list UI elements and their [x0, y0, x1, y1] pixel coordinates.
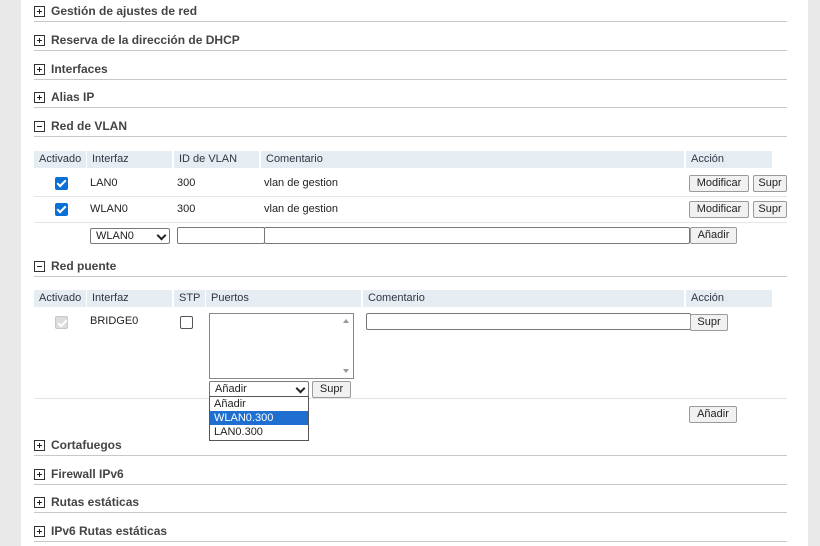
- select-value: Añadir: [215, 383, 247, 395]
- minus-icon[interactable]: [34, 261, 45, 272]
- vlan-id-input[interactable]: [177, 227, 265, 244]
- scroll-up-icon[interactable]: [343, 319, 349, 323]
- dropdown-option[interactable]: Añadir: [210, 397, 308, 411]
- section-title: Alias IP: [51, 90, 95, 104]
- vlan-row-enabled-checkbox[interactable]: [55, 203, 68, 216]
- vlan-interface-select[interactable]: WLAN0: [90, 228, 170, 244]
- add-vlan-button[interactable]: Añadir: [690, 227, 737, 244]
- plus-icon[interactable]: [34, 497, 45, 508]
- section-ipv6-static-routes[interactable]: IPv6 Rutas estáticas: [34, 524, 787, 542]
- bridge-enabled-checkbox: [55, 316, 68, 329]
- vlan-row-interface: WLAN0: [90, 203, 128, 215]
- section-title: Interfaces: [51, 62, 108, 76]
- section-title: Red de VLAN: [51, 119, 128, 133]
- section-title: Gestión de ajustes de red: [51, 4, 198, 18]
- section-vlan[interactable]: Red de VLAN: [34, 119, 787, 137]
- bridge-header-ports: Puertos: [206, 290, 361, 307]
- select-value: WLAN0: [96, 230, 134, 242]
- scroll-down-icon[interactable]: [343, 369, 349, 373]
- section-static-routes[interactable]: Rutas estáticas: [34, 495, 787, 513]
- section-title: Red puente: [51, 259, 117, 273]
- section-interfaces[interactable]: Interfaces: [34, 62, 787, 80]
- section-ip-alias[interactable]: Alias IP: [34, 90, 787, 108]
- bridge-header-interface: Interfaz: [87, 290, 172, 307]
- vlan-row-interface: LAN0: [90, 177, 118, 189]
- plus-icon[interactable]: [34, 526, 45, 537]
- bridge-header-stp: STP: [174, 290, 205, 307]
- section-title: Reserva de la dirección de DHCP: [51, 33, 240, 47]
- vlan-header-action: Acción: [686, 151, 772, 168]
- vlan-header-interface: Interfaz: [87, 151, 172, 168]
- delete-port-button[interactable]: Supr: [312, 381, 351, 398]
- row-divider: [34, 222, 787, 223]
- plus-icon[interactable]: [34, 92, 45, 103]
- bridge-comment-input[interactable]: [366, 313, 691, 330]
- chevron-down-icon: [156, 230, 167, 241]
- section-firewall-ipv6[interactable]: Firewall IPv6: [34, 467, 787, 485]
- modify-button[interactable]: Modificar: [689, 175, 749, 192]
- row-divider: [34, 398, 787, 399]
- vlan-header-enabled: Activado: [34, 151, 86, 168]
- vlan-row-vlan-id: 300: [177, 177, 196, 189]
- ports-listbox[interactable]: [209, 313, 354, 379]
- modify-button[interactable]: Modificar: [689, 201, 749, 218]
- vlan-comment-input[interactable]: [264, 227, 690, 244]
- dropdown-option-selected[interactable]: WLAN0.300: [210, 411, 308, 425]
- vlan-header-vlan-id: ID de VLAN: [174, 151, 259, 168]
- section-title: IPv6 Rutas estáticas: [51, 524, 168, 538]
- plus-icon[interactable]: [34, 35, 45, 46]
- vlan-header-comment: Comentario: [261, 151, 684, 168]
- dropdown-option[interactable]: LAN0.300: [210, 425, 308, 439]
- port-dropdown-list[interactable]: Añadir WLAN0.300 LAN0.300: [209, 396, 309, 441]
- plus-icon[interactable]: [34, 6, 45, 17]
- delete-button[interactable]: Supr: [753, 175, 787, 192]
- bridge-header-comment: Comentario: [363, 290, 684, 307]
- section-bridge[interactable]: Red puente: [34, 259, 787, 277]
- section-network-settings[interactable]: Gestión de ajustes de red: [34, 4, 787, 22]
- bridge-interface: BRIDGE0: [90, 315, 139, 327]
- section-firewall[interactable]: Cortafuegos: [34, 438, 787, 456]
- section-dhcp-reservation[interactable]: Reserva de la dirección de DHCP: [34, 33, 787, 51]
- chevron-down-icon: [295, 383, 306, 394]
- bridge-header-enabled: Activado: [34, 290, 86, 307]
- section-title: Firewall IPv6: [51, 467, 124, 481]
- section-title: Rutas estáticas: [51, 495, 140, 509]
- section-title: Cortafuegos: [51, 438, 122, 452]
- stp-checkbox[interactable]: [180, 316, 193, 329]
- row-divider: [34, 196, 787, 197]
- plus-icon[interactable]: [34, 440, 45, 451]
- plus-icon[interactable]: [34, 469, 45, 480]
- bridge-header-action: Acción: [686, 290, 772, 307]
- delete-button[interactable]: Supr: [753, 201, 787, 218]
- vlan-row-enabled-checkbox[interactable]: [55, 177, 68, 190]
- port-add-select[interactable]: Añadir: [209, 381, 309, 397]
- add-bridge-button[interactable]: Añadir: [689, 406, 737, 423]
- settings-panel: Gestión de ajustes de red Reserva de la …: [21, 0, 808, 546]
- delete-bridge-button[interactable]: Supr: [690, 314, 728, 331]
- vlan-row-comment: vlan de gestion: [264, 203, 338, 215]
- plus-icon[interactable]: [34, 64, 45, 75]
- vlan-row-vlan-id: 300: [177, 203, 196, 215]
- minus-icon[interactable]: [34, 121, 45, 132]
- vlan-row-comment: vlan de gestion: [264, 177, 338, 189]
